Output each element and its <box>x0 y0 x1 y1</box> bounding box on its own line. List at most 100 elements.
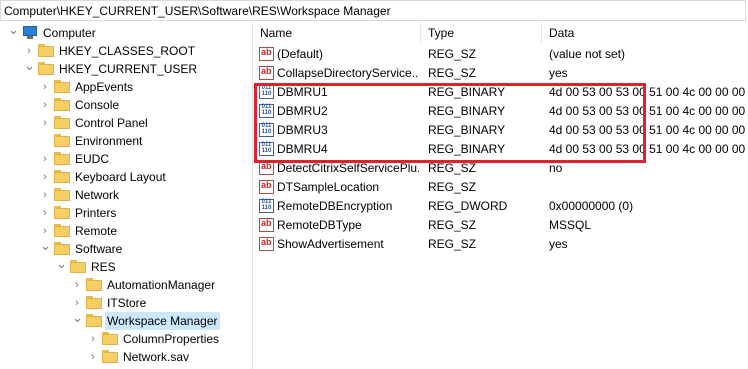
value-type: REG_DWORD <box>428 199 508 213</box>
tree-node-label: Remote <box>75 224 118 238</box>
tree-node[interactable]: ⌄ RES <box>0 257 252 276</box>
tree-node[interactable]: › ITStore <box>0 294 252 312</box>
tree-node-label: EUDC <box>75 152 110 166</box>
tree-node[interactable]: › EUDC <box>0 150 252 168</box>
chevron-right-icon[interactable]: › <box>40 168 50 186</box>
chevron-down-icon[interactable]: ⌄ <box>56 257 67 276</box>
tree-node-label: Environment <box>75 134 143 148</box>
tree-node[interactable]: › Remote <box>0 222 252 240</box>
value-data: 4d 00 53 00 53 00 51 00 4c 00 00 00 63 0… <box>549 142 748 156</box>
value-row[interactable]: 011 110 RemoteDBEncryption REG_DWORD 0x00000… <box>253 197 748 215</box>
value-type: REG_SZ <box>428 237 477 251</box>
value-data: 4d 00 53 00 53 00 51 00 4c 00 00 00 63 0… <box>549 104 748 118</box>
tree-node-label: AutomationManager <box>107 278 216 292</box>
tree-node-label: ITStore <box>107 296 147 310</box>
address-bar[interactable]: Computer\HKEY_CURRENT_USER\Software\RES\… <box>0 0 746 21</box>
folder-icon <box>102 350 118 363</box>
value-name: DTSampleLocation <box>277 180 380 194</box>
chevron-down-icon[interactable]: ⌄ <box>8 23 19 42</box>
tree-node[interactable]: › Console <box>0 96 252 114</box>
tree-node[interactable]: › AutomationManager <box>0 276 252 294</box>
chevron-right-icon[interactable]: › <box>40 96 50 114</box>
folder-icon <box>54 80 70 93</box>
tree-node-label: Console <box>75 98 120 112</box>
tree-node[interactable]: › HKEY_CLASSES_ROOT <box>0 42 252 60</box>
value-row[interactable]: ab ShowAdvertisement REG_SZ yes <box>253 235 748 253</box>
tree-node-label: Workspace Manager <box>105 312 220 330</box>
value-row[interactable]: 011 110 DBMRU3 REG_BINARY 4d 00 53 00 53 00 … <box>253 121 748 139</box>
chevron-right-icon[interactable]: › <box>88 348 98 366</box>
column-header-data[interactable]: Data <box>542 22 748 44</box>
value-row[interactable]: 011 110 DBMRU2 REG_BINARY 4d 00 53 00 53 00 … <box>253 102 748 120</box>
value-row[interactable]: ab DetectCitrixSelfServicePlu... REG_SZ no <box>253 159 748 177</box>
tree-node[interactable]: › Keyboard Layout <box>0 168 252 186</box>
value-row[interactable]: 011 110 DBMRU4 REG_BINARY 4d 00 53 00 53 00 … <box>253 140 748 158</box>
column-header-name[interactable]: Name <box>253 22 421 44</box>
tree-node-label: Computer <box>43 26 96 40</box>
chevron-right-icon[interactable]: › <box>40 204 50 222</box>
folder-icon <box>102 332 118 345</box>
folder-icon <box>54 242 70 255</box>
chevron-right-icon[interactable]: › <box>72 276 82 294</box>
value-row[interactable]: ab DTSampleLocation REG_SZ <box>253 178 748 196</box>
tree-node[interactable]: › Control Panel <box>0 114 252 132</box>
computer-icon <box>22 26 38 40</box>
tree-node[interactable]: › ColumnProperties <box>0 330 252 348</box>
value-row[interactable]: ab (Default) REG_SZ (value not set) <box>253 45 748 63</box>
value-data: 4d 00 53 00 53 00 51 00 4c 00 00 00 63 0… <box>549 85 748 99</box>
tree-node-label: Keyboard Layout <box>75 170 166 184</box>
value-type: REG_BINARY <box>428 142 506 156</box>
chevron-right-icon[interactable]: › <box>40 186 50 204</box>
folder-icon <box>38 44 54 57</box>
chevron-right-icon[interactable]: › <box>40 114 50 132</box>
string-value-icon: ab <box>259 47 274 61</box>
value-name: DBMRU3 <box>277 123 328 137</box>
binary-value-icon: 011 110 <box>259 123 274 137</box>
value-type: REG_SZ <box>428 180 477 194</box>
chevron-down-icon[interactable]: ⌄ <box>24 59 35 78</box>
binary-value-icon: 011 110 <box>259 85 274 99</box>
tree-node[interactable]: › Network <box>0 186 252 204</box>
tree-node[interactable]: ⌄ Workspace Manager <box>0 311 252 330</box>
chevron-down-icon[interactable]: ⌄ <box>40 239 51 258</box>
tree-node[interactable]: ⌄ Computer <box>0 23 252 42</box>
tree-node[interactable]: ⌄ Software <box>0 239 252 258</box>
folder-icon <box>86 296 102 309</box>
string-value-icon: ab <box>259 237 274 251</box>
folder-icon <box>54 206 70 219</box>
value-type: REG_SZ <box>428 47 477 61</box>
tree-node-label: Control Panel <box>75 116 148 130</box>
folder-icon <box>54 224 70 237</box>
tree-node[interactable]: › AppEvents <box>0 78 252 96</box>
tree-node-label: ColumnProperties <box>123 332 220 346</box>
value-name: DBMRU4 <box>277 142 328 156</box>
tree-node[interactable]: Environment <box>0 132 252 150</box>
binary-value-icon: 011 110 <box>259 104 274 118</box>
chevron-right-icon[interactable]: › <box>40 78 50 96</box>
tree-node[interactable]: › Printers <box>0 204 252 222</box>
value-data: 0x00000000 (0) <box>549 199 634 213</box>
string-value-icon: ab <box>259 66 274 80</box>
address-path: Computer\HKEY_CURRENT_USER\Software\RES\… <box>4 4 391 18</box>
value-row[interactable]: ab CollapseDirectoryService... REG_SZ yes <box>253 64 748 82</box>
tree-node[interactable]: ⌄ HKEY_CURRENT_USER <box>0 59 252 78</box>
chevron-right-icon[interactable]: › <box>40 150 50 168</box>
value-row[interactable]: 011 110 DBMRU1 REG_BINARY 4d 00 53 00 53 00 … <box>253 83 748 101</box>
tree-node-label: Printers <box>75 206 117 220</box>
chevron-right-icon[interactable]: › <box>88 330 98 348</box>
tree-node[interactable]: › Network.sav <box>0 348 252 366</box>
binary-value-icon: 011 110 <box>259 142 274 156</box>
tree-node-label: Network.sav <box>123 350 190 364</box>
value-type: REG_SZ <box>428 161 477 175</box>
folder-icon <box>54 134 70 147</box>
value-row[interactable]: ab RemoteDBType REG_SZ MSSQL <box>253 216 748 234</box>
registry-tree: ⌄ Computer › HKEY_CLASSES_ROOT ⌄ HKEY_CURRENT… <box>0 22 252 369</box>
value-name: ShowAdvertisement <box>277 237 384 251</box>
folder-icon <box>54 188 70 201</box>
tree-node-label: HKEY_CURRENT_USER <box>59 62 198 76</box>
column-header-type[interactable]: Type <box>421 22 542 44</box>
chevron-down-icon[interactable]: ⌄ <box>72 311 83 330</box>
folder-icon <box>38 62 54 75</box>
value-data: 4d 00 53 00 53 00 51 00 4c 00 00 00 63 0… <box>549 123 748 137</box>
value-data: no <box>549 161 563 175</box>
